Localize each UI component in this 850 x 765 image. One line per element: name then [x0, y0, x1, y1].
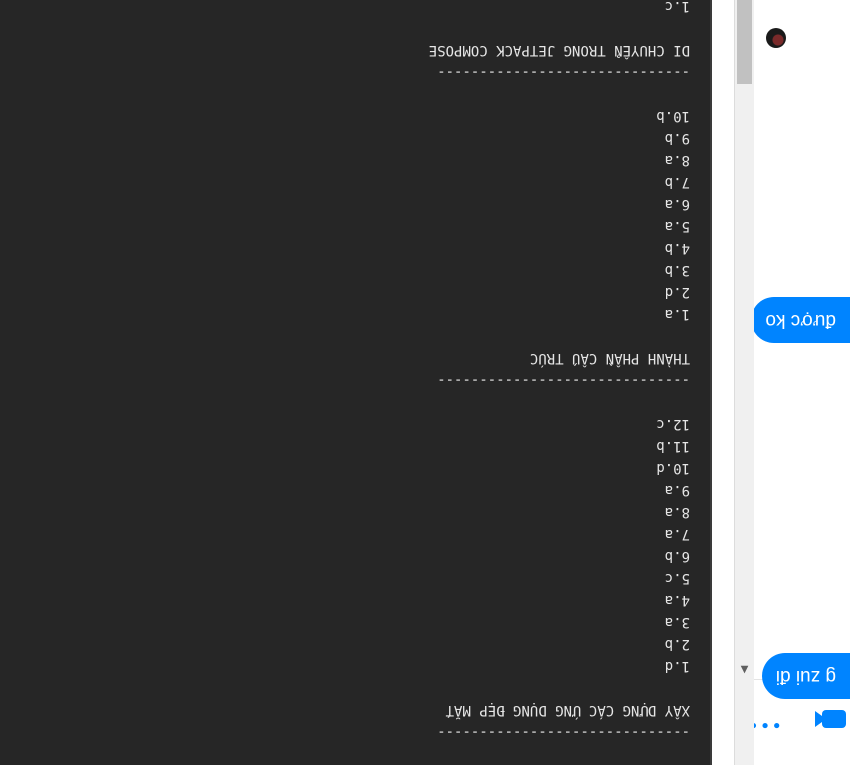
code-editor[interactable]: 1.c DI CHUYỂN TRONG JETPACK COMPOSE ----… — [0, 0, 712, 765]
code-line: 9.a — [664, 482, 690, 498]
chat-panel: ••• g zui đi được ko — [747, 0, 850, 765]
code-line: ------------------------------ — [437, 64, 690, 80]
code-line: 3.a — [664, 614, 690, 630]
code-line: 1.c — [664, 0, 690, 14]
video-call-icon[interactable] — [814, 708, 850, 730]
more-icon[interactable]: ••• — [747, 714, 782, 735]
code-line: 12.c — [656, 416, 690, 432]
code-line: DI CHUYỂN TRONG JETPACK COMPOSE — [428, 42, 690, 58]
code-line: ------------------------------ — [437, 372, 690, 388]
editor-scrollbar[interactable]: ▲ — [734, 0, 754, 765]
code-line: 4.b — [664, 240, 690, 256]
code-line: 6.a — [664, 196, 690, 212]
code-line: 4.a — [664, 592, 690, 608]
rotated-screen: ••• g zui đi được ko ▲ 1.c DI CHUYỂN TRO… — [0, 0, 850, 765]
message-bubble[interactable]: được ko — [751, 297, 850, 343]
code-line: 2.b — [664, 636, 690, 652]
code-line: 9.b — [664, 130, 690, 146]
code-line: 6.b — [664, 548, 690, 564]
avatar[interactable] — [766, 28, 786, 48]
editor-divider — [710, 0, 712, 765]
code-line: THÀNH PHẦN CẤU TRÚC — [529, 350, 690, 366]
code-line: XÂY DỰNG CÁC ỨNG DỤNG ĐẸP MẮT — [445, 702, 690, 718]
code-line: 10.b — [656, 108, 690, 124]
code-line: ------------------------------ — [437, 724, 690, 740]
code-line: 5.a — [664, 218, 690, 234]
code-line: 2.d — [664, 284, 690, 300]
code-line: 7.b — [664, 174, 690, 190]
code-line: 8.a — [664, 504, 690, 520]
scroll-down-icon[interactable]: ▲ — [735, 659, 754, 679]
code-line: 8.a — [664, 152, 690, 168]
scroll-thumb[interactable] — [737, 0, 752, 84]
code-line: 1.d — [664, 658, 690, 674]
code-line: 3.b — [664, 262, 690, 278]
code-line: 7.a — [664, 526, 690, 542]
code-line: 1.a — [664, 306, 690, 322]
code-line: 11.b — [656, 438, 690, 454]
code-line: 5.c — [664, 570, 690, 586]
message-bubble[interactable]: g zui đi — [761, 653, 850, 699]
code-line: 10.d — [656, 460, 690, 476]
